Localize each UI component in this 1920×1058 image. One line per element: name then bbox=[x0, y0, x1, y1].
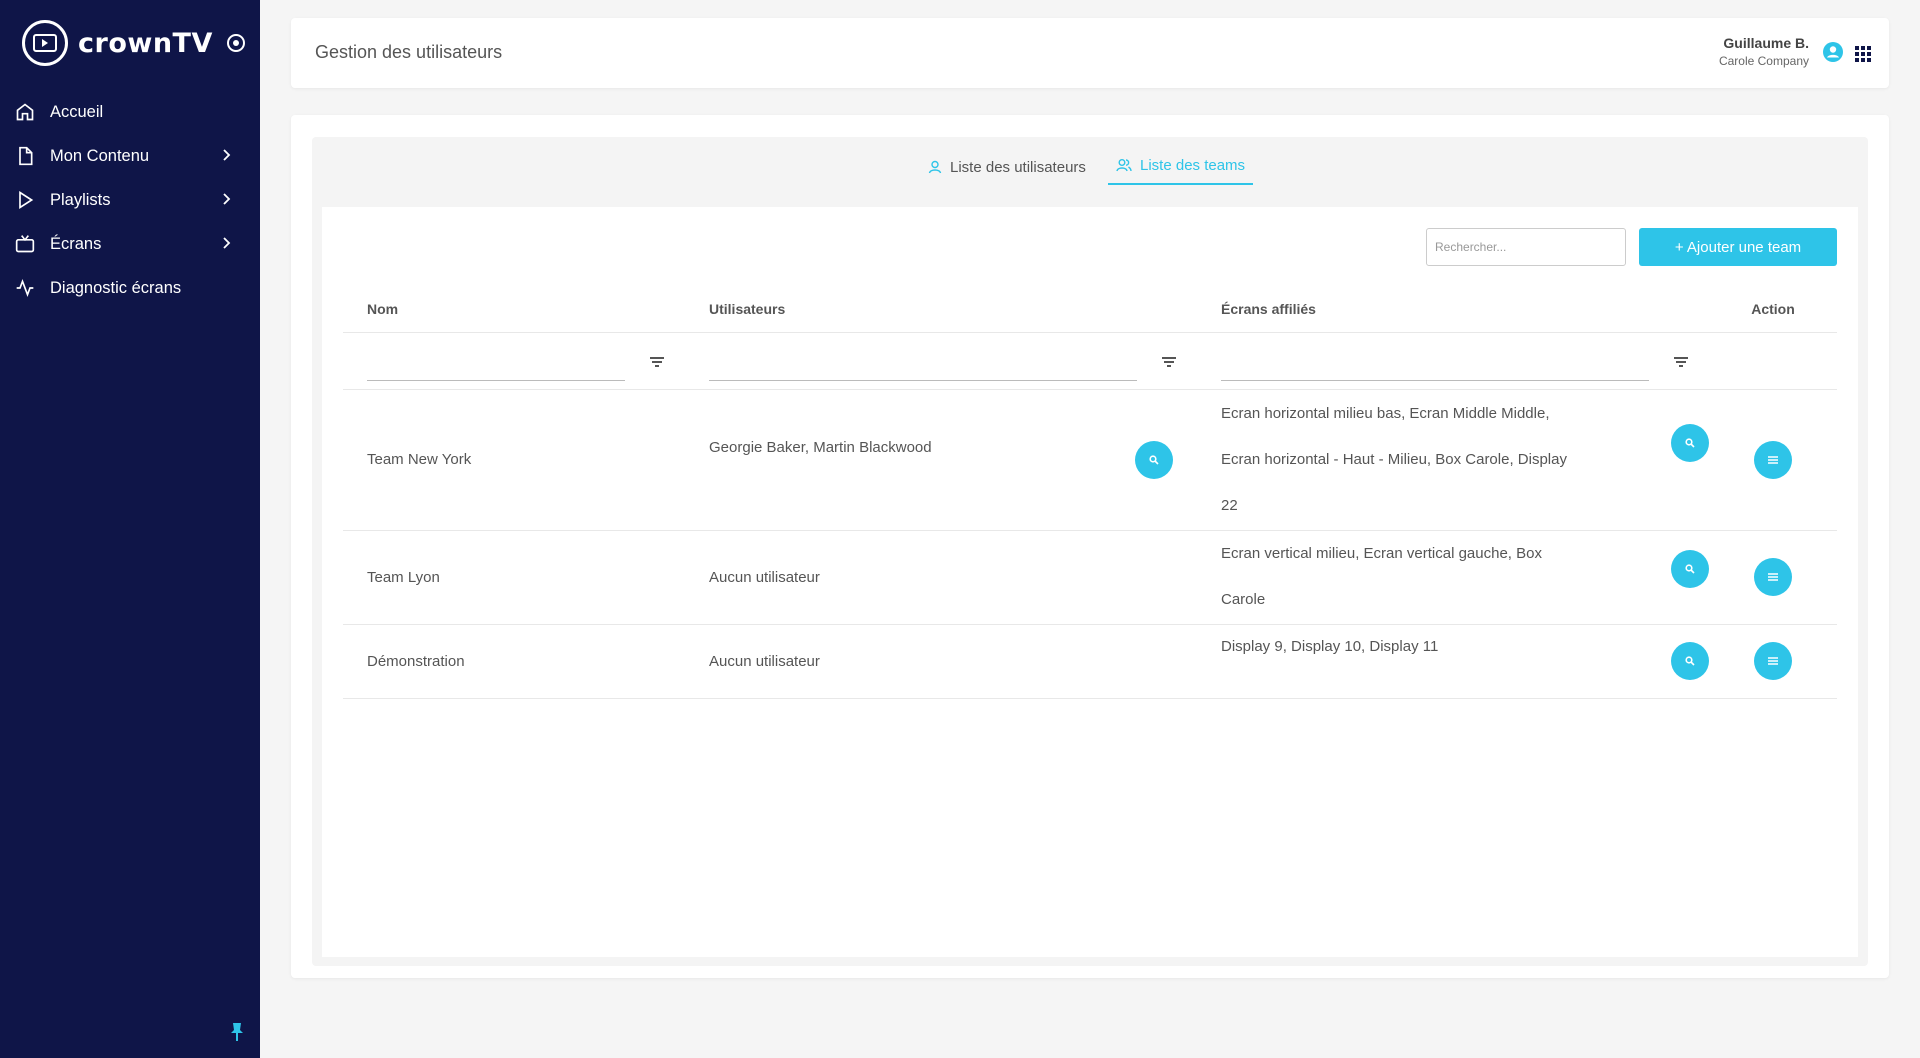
filter-row bbox=[343, 332, 1837, 390]
search-input[interactable] bbox=[1426, 228, 1626, 266]
team-name: Team New York bbox=[343, 389, 685, 531]
filter-input-utilisateurs[interactable] bbox=[709, 379, 1137, 381]
chevron-right-icon bbox=[220, 235, 234, 254]
team-screens: Ecran horizontal milieu bas, Ecran Middl… bbox=[1221, 404, 1567, 514]
tab-label: Liste des utilisateurs bbox=[950, 158, 1086, 176]
sidebar-item-mon-contenu[interactable]: Mon Contenu bbox=[0, 134, 260, 178]
filter-icon[interactable] bbox=[1673, 355, 1689, 369]
team-name: Démonstration bbox=[343, 624, 685, 699]
view-screens-button[interactable] bbox=[1671, 642, 1709, 680]
search-icon bbox=[1685, 564, 1695, 574]
sidebar-item-label: Diagnostic écrans bbox=[50, 278, 182, 297]
sidebar-item-accueil[interactable]: Accueil bbox=[0, 90, 260, 134]
teams-panel: + Ajouter une team Nom Utilisateurs Écra… bbox=[322, 207, 1858, 957]
chevron-right-icon bbox=[220, 191, 234, 210]
view-screens-button[interactable] bbox=[1671, 423, 1709, 462]
sidebar-item-ecrans[interactable]: Écrans bbox=[0, 222, 260, 266]
play-icon bbox=[14, 189, 36, 211]
team-users: Georgie Baker, Martin Blackwood bbox=[709, 439, 932, 456]
target-icon bbox=[226, 34, 245, 52]
main-card: Liste des utilisateurs Liste des teams +… bbox=[291, 115, 1889, 978]
brand-name: crownTV bbox=[78, 27, 213, 59]
chevron-right-icon bbox=[220, 147, 234, 166]
team-users: Aucun utilisateur bbox=[685, 624, 1197, 699]
pin-icon[interactable] bbox=[230, 1022, 244, 1047]
menu-icon bbox=[1768, 657, 1778, 665]
column-header-utilisateurs[interactable]: Utilisateurs bbox=[685, 287, 1197, 333]
sidebar-item-playlists[interactable]: Playlists bbox=[0, 178, 260, 222]
table-row: Team Lyon Aucun utilisateur Ecran vertic… bbox=[343, 530, 1837, 625]
table-header-row: Nom Utilisateurs Écrans affiliés Action bbox=[343, 287, 1837, 333]
sidebar-item-label: Playlists bbox=[50, 190, 111, 209]
team-screens: Display 9, Display 10, Display 11 bbox=[1221, 638, 1439, 655]
team-name: Team Lyon bbox=[343, 530, 685, 625]
apps-grid-icon[interactable] bbox=[1855, 46, 1871, 62]
row-menu-button[interactable] bbox=[1754, 558, 1792, 596]
tabs-container: Liste des utilisateurs Liste des teams +… bbox=[312, 137, 1868, 966]
add-team-button[interactable]: + Ajouter une team bbox=[1639, 228, 1837, 266]
search-icon bbox=[1685, 656, 1695, 666]
file-icon bbox=[14, 145, 36, 167]
table-row: Démonstration Aucun utilisateur Display … bbox=[343, 624, 1837, 699]
row-menu-button[interactable] bbox=[1754, 440, 1792, 479]
tv-icon bbox=[14, 233, 36, 255]
menu-icon bbox=[1768, 455, 1778, 464]
user-info[interactable]: Guillaume B. Carole Company bbox=[1719, 35, 1809, 68]
sidebar-item-label: Mon Contenu bbox=[50, 146, 150, 165]
sidebar-item-label: Accueil bbox=[50, 102, 104, 121]
menu-icon bbox=[1768, 573, 1778, 581]
activity-icon bbox=[14, 277, 36, 299]
sidebar: crownTV Accueil Mon Contenu Playlists Éc… bbox=[0, 0, 260, 1058]
user-name: Guillaume B. bbox=[1723, 35, 1809, 51]
tv-logo-icon bbox=[22, 20, 68, 66]
search-icon bbox=[1149, 454, 1159, 465]
user-icon bbox=[928, 160, 942, 174]
page-title: Gestion des utilisateurs bbox=[315, 42, 503, 62]
brand-logo[interactable]: crownTV bbox=[0, 0, 260, 86]
teams-table: Nom Utilisateurs Écrans affiliés Action bbox=[343, 287, 1837, 699]
tab-teams-list[interactable]: Liste des teams bbox=[1108, 147, 1254, 185]
filter-icon[interactable] bbox=[649, 355, 665, 369]
users-icon bbox=[1116, 159, 1132, 172]
view-users-button[interactable] bbox=[1135, 440, 1173, 479]
filter-input-nom[interactable] bbox=[367, 379, 625, 381]
column-header-nom[interactable]: Nom bbox=[343, 287, 685, 333]
sidebar-item-diagnostic[interactable]: Diagnostic écrans bbox=[0, 266, 260, 310]
sidebar-nav: Accueil Mon Contenu Playlists Écrans Dia… bbox=[0, 90, 260, 310]
team-screens: Ecran vertical milieu, Ecran vertical ga… bbox=[1221, 545, 1542, 608]
table-row: Team New York Georgie Baker, Martin Blac… bbox=[343, 389, 1837, 531]
team-users: Aucun utilisateur bbox=[685, 530, 1197, 625]
tab-label: Liste des teams bbox=[1140, 156, 1246, 174]
search-icon bbox=[1685, 437, 1695, 448]
filter-icon[interactable] bbox=[1161, 355, 1177, 369]
view-screens-button[interactable] bbox=[1671, 550, 1709, 588]
tab-users-list[interactable]: Liste des utilisateurs bbox=[920, 149, 1094, 185]
page-header: Gestion des utilisateurs Guillaume B. Ca… bbox=[291, 18, 1889, 88]
row-menu-button[interactable] bbox=[1754, 642, 1792, 680]
user-avatar-icon[interactable] bbox=[1823, 42, 1843, 62]
sidebar-item-label: Écrans bbox=[50, 234, 102, 253]
user-company: Carole Company bbox=[1718, 54, 1809, 68]
home-icon bbox=[14, 101, 36, 123]
column-header-action: Action bbox=[1709, 287, 1837, 333]
column-header-ecrans[interactable]: Écrans affiliés bbox=[1197, 287, 1709, 333]
filter-input-ecrans[interactable] bbox=[1221, 379, 1649, 381]
